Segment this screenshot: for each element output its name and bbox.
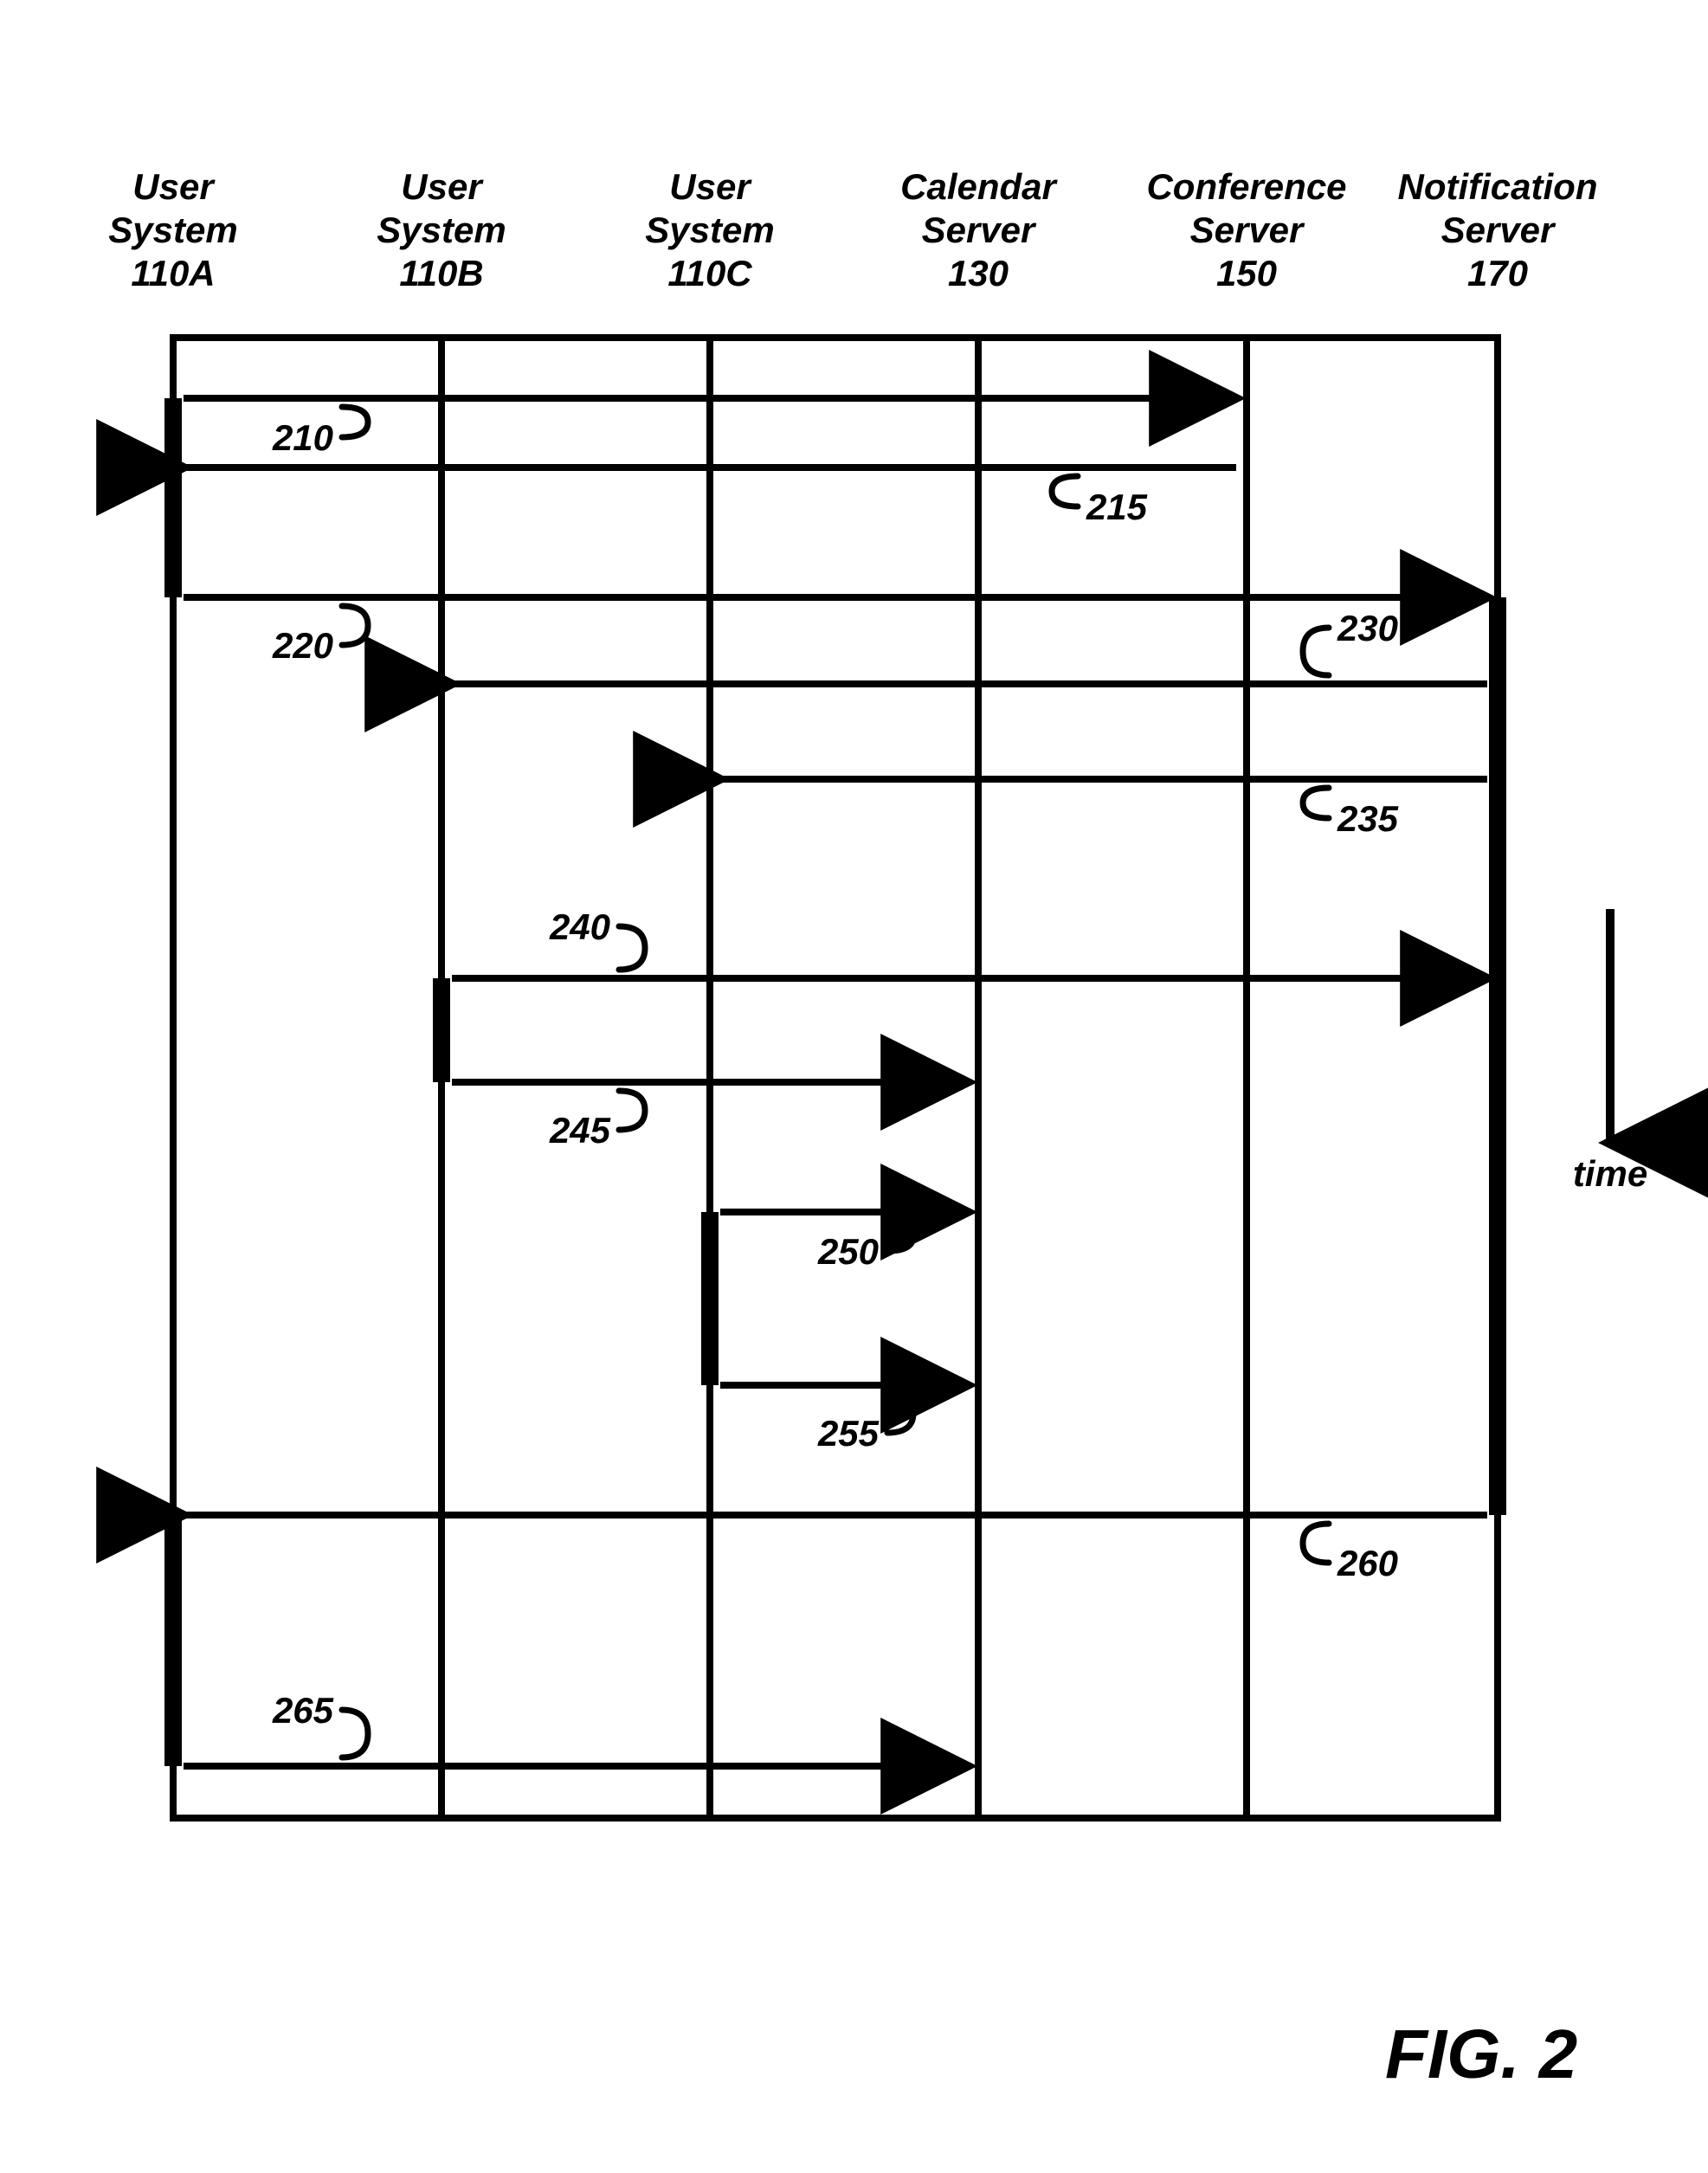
lifeline-label-us_b-3: 110B bbox=[399, 253, 483, 293]
lifeline-label-conf-3: 150 bbox=[1216, 253, 1277, 293]
figure-label: FIG. 2 bbox=[1385, 2015, 1577, 2092]
ref-label-220: 220 bbox=[272, 625, 333, 666]
ref-hook-230 bbox=[1303, 628, 1329, 675]
ref-hook-250 bbox=[887, 1221, 913, 1251]
ref-label-240: 240 bbox=[549, 906, 610, 947]
lifeline-label-us_c-3: 110C bbox=[667, 253, 752, 293]
lifeline-label-us_c-2: System bbox=[645, 210, 774, 250]
ref-hook-255 bbox=[887, 1394, 913, 1433]
ref-label-215: 215 bbox=[1086, 487, 1148, 527]
time-label: time bbox=[1573, 1153, 1647, 1194]
ref-label-265: 265 bbox=[272, 1690, 334, 1731]
lifeline-label-us_b-1: User bbox=[401, 166, 484, 207]
lifeline-label-us_a-3: 110A bbox=[131, 253, 215, 293]
lifeline-label-us_c-1: User bbox=[669, 166, 752, 207]
ref-label-255: 255 bbox=[817, 1413, 880, 1454]
ref-label-260: 260 bbox=[1337, 1543, 1398, 1583]
ref-hook-265 bbox=[342, 1710, 368, 1757]
lifeline-label-notif-2: Server bbox=[1441, 210, 1557, 250]
lifeline-label-cal-3: 130 bbox=[948, 253, 1009, 293]
ref-label-210: 210 bbox=[272, 417, 333, 458]
lifeline-label-cal-1: Calendar bbox=[900, 166, 1058, 207]
lifeline-label-us_a-1: User bbox=[132, 166, 216, 207]
ref-hook-260 bbox=[1303, 1524, 1329, 1563]
ref-label-230: 230 bbox=[1337, 608, 1398, 648]
diagram-frame bbox=[173, 338, 1498, 1818]
lifeline-label-notif-1: Notification bbox=[1398, 166, 1598, 207]
lifeline-label-cal-2: Server bbox=[922, 210, 1037, 250]
lifeline-label-conf-2: Server bbox=[1190, 210, 1305, 250]
ref-hook-240 bbox=[619, 926, 645, 970]
ref-label-235: 235 bbox=[1337, 798, 1399, 839]
lifeline-label-us_a-2: System bbox=[108, 210, 237, 250]
ref-label-250: 250 bbox=[817, 1231, 879, 1272]
ref-hook-245 bbox=[619, 1091, 645, 1130]
sequence-diagram: UserSystem110AUserSystem110BUserSystem11… bbox=[0, 0, 1708, 2173]
ref-hook-215 bbox=[1052, 476, 1078, 506]
ref-hook-220 bbox=[342, 606, 368, 645]
ref-label-245: 245 bbox=[549, 1110, 611, 1151]
lifeline-label-conf-1: Conference bbox=[1146, 166, 1346, 207]
ref-hook-210 bbox=[342, 407, 368, 437]
lifeline-label-notif-3: 170 bbox=[1467, 253, 1528, 293]
lifeline-label-us_b-2: System bbox=[377, 210, 506, 250]
ref-hook-235 bbox=[1303, 788, 1329, 818]
